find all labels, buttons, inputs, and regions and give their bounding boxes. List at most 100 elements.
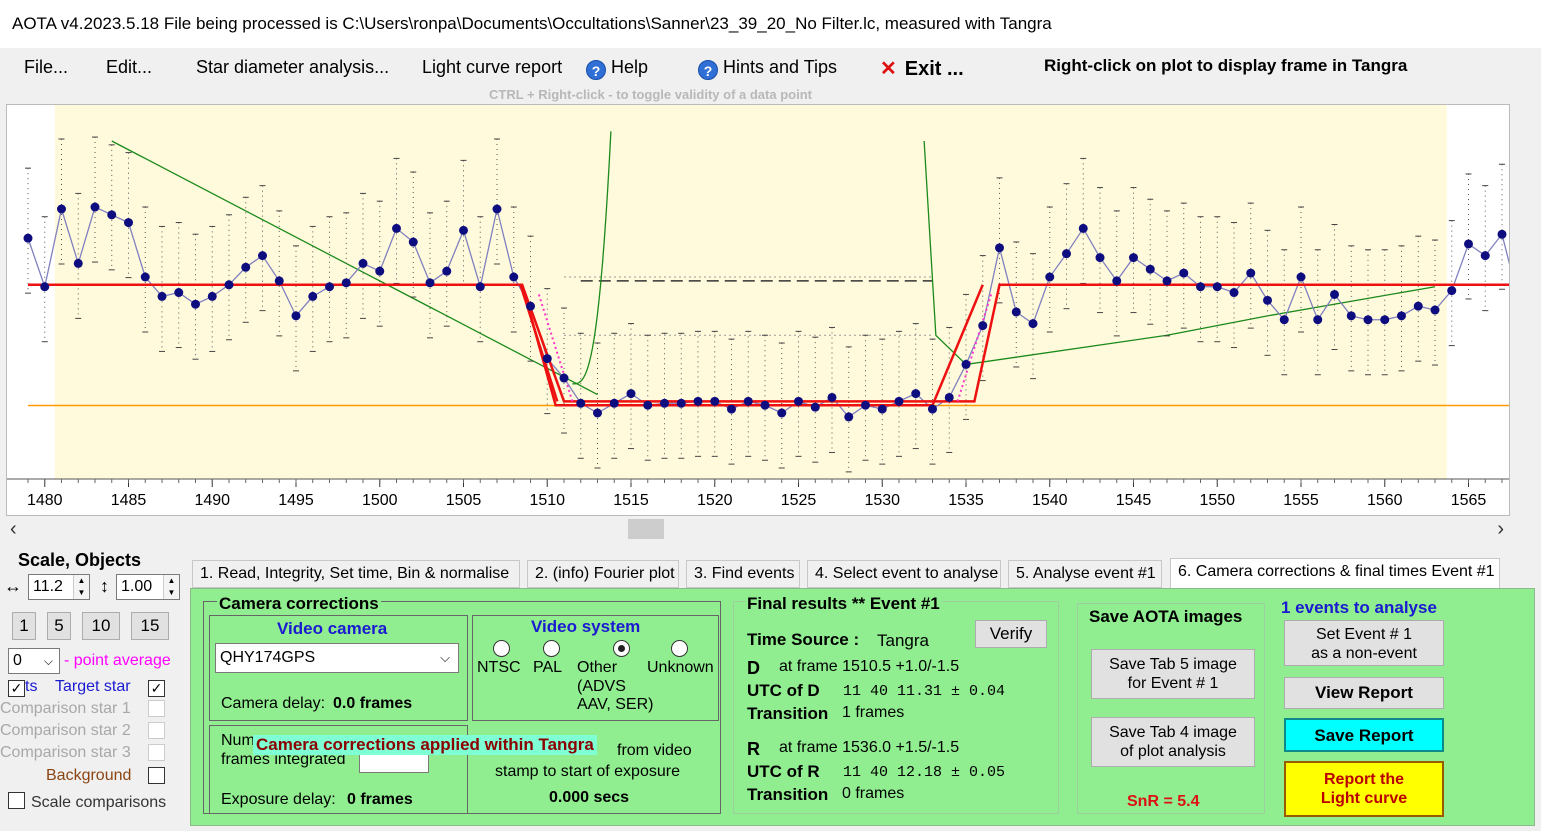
snr-value: SnR = 5.4 bbox=[1127, 793, 1200, 810]
x-tick-label: 1505 bbox=[446, 492, 482, 509]
stamp-text-label: stamp to start of exposure bbox=[495, 763, 680, 780]
scale-button-10[interactable]: 10 bbox=[82, 612, 120, 640]
menu-file[interactable]: File... bbox=[24, 57, 68, 78]
save-tab4-button[interactable]: Save Tab 4 image of plot analysis bbox=[1091, 717, 1255, 767]
radio-unknown-label: Unknown bbox=[647, 659, 714, 676]
comparison-star-3-checkbox[interactable] bbox=[148, 744, 165, 764]
background-checkbox[interactable] bbox=[148, 767, 165, 787]
scale-button-15[interactable]: 15 bbox=[131, 612, 169, 640]
r-frame-text: at frame 1536.0 +1.5/-1.5 bbox=[779, 739, 960, 756]
menu-edit[interactable]: Edit... bbox=[106, 57, 152, 78]
exposure-secs-value: 0.000 secs bbox=[549, 789, 630, 806]
utc-r-label: UTC of R bbox=[747, 762, 820, 781]
tab-camera-corrections[interactable]: 6. Camera corrections & final times Even… bbox=[1170, 558, 1500, 588]
scroll-left-icon[interactable]: ‹ bbox=[10, 518, 17, 541]
checkmark-icon: ✓ bbox=[8, 680, 25, 697]
data-point bbox=[961, 359, 971, 369]
data-point bbox=[392, 223, 401, 233]
background-label: Background bbox=[46, 767, 132, 784]
vertical-scale-input[interactable]: 1.00 ▲ ▼ bbox=[116, 574, 180, 600]
scale-objects-label: Scale, Objects bbox=[18, 550, 142, 570]
target-star-checkbox[interactable]: ✓ bbox=[148, 678, 165, 697]
transition-r-label: Transition bbox=[747, 785, 829, 804]
events-count-label: 1 events to analyse bbox=[1281, 598, 1437, 617]
set-non-event-button[interactable]: Set Event # 1 as a non-event bbox=[1284, 620, 1444, 666]
save-images-header: Save AOTA images bbox=[1089, 607, 1243, 626]
light-curve-plot[interactable]: 1480 1485 1490 1495 1500 1505 1510 1515 1520 1525… bbox=[6, 104, 1510, 516]
data-point bbox=[1346, 311, 1356, 321]
save-tab5-button[interactable]: Save Tab 5 image for Event # 1 bbox=[1091, 649, 1255, 699]
time-source-label: Time Source : bbox=[747, 630, 860, 649]
data-point bbox=[1045, 272, 1055, 282]
exit-icon: ✕ bbox=[880, 58, 897, 80]
view-report-button[interactable]: View Report bbox=[1284, 677, 1444, 709]
menu-exit[interactable]: ✕ Exit ... bbox=[880, 56, 964, 81]
data-point bbox=[626, 389, 636, 399]
data-point bbox=[191, 299, 200, 309]
data-point bbox=[358, 258, 368, 268]
data-point bbox=[174, 288, 184, 298]
data-point bbox=[727, 404, 736, 414]
data-point bbox=[140, 272, 150, 282]
scroll-thumb[interactable] bbox=[628, 519, 664, 539]
verify-button[interactable]: Verify bbox=[975, 620, 1047, 648]
tab-select-event[interactable]: 4. Select event to analyse bbox=[807, 560, 1001, 588]
plot-scrollbar[interactable]: ‹ › bbox=[6, 516, 1510, 542]
scroll-right-icon[interactable]: › bbox=[1497, 518, 1504, 541]
tab-fourier-plot[interactable]: 2. (info) Fourier plot bbox=[527, 560, 679, 588]
x-tick-label: 1540 bbox=[1032, 492, 1068, 509]
data-point bbox=[73, 258, 83, 268]
comparison-star-2-checkbox[interactable] bbox=[148, 722, 165, 742]
data-point bbox=[1229, 288, 1239, 298]
x-tick-label: 1500 bbox=[362, 492, 398, 509]
menu-light-curve-report[interactable]: Light curve report bbox=[422, 57, 562, 78]
data-point bbox=[743, 396, 753, 406]
point-average-select[interactable]: 0 ⌵ bbox=[8, 648, 60, 674]
data-point bbox=[1212, 282, 1222, 292]
camera-select[interactable]: QHY174GPS ⌵ bbox=[215, 643, 459, 673]
camera-corrections-panel: Camera corrections Video camera QHY174GP… bbox=[190, 588, 1535, 826]
scale-button-1[interactable]: 1 bbox=[12, 612, 36, 640]
horizontal-scale-input[interactable]: 11.2 ▲ ▼ bbox=[28, 574, 90, 600]
menu-star-diameter[interactable]: Star diameter analysis... bbox=[196, 57, 389, 78]
scale-comparisons-checkbox[interactable]: Scale comparisons bbox=[8, 792, 166, 812]
menu-help[interactable]: ? Help bbox=[586, 57, 648, 80]
data-point bbox=[676, 398, 686, 408]
spin-arrows-icon[interactable]: ▲ ▼ bbox=[73, 575, 89, 599]
transition-d-label: Transition bbox=[747, 704, 829, 723]
radio-other-label: Other bbox=[577, 659, 618, 676]
data-point bbox=[375, 266, 385, 276]
data-point bbox=[1330, 289, 1339, 299]
radio-other-sub1: (ADVS bbox=[577, 678, 626, 695]
data-point bbox=[258, 251, 267, 261]
data-point bbox=[1313, 315, 1323, 325]
radio-other-sub2: AAV, SER) bbox=[577, 696, 654, 713]
x-tick-label: 1480 bbox=[27, 492, 63, 509]
save-report-button[interactable]: Save Report bbox=[1284, 718, 1444, 752]
data-point bbox=[1413, 301, 1423, 311]
video-system-label: Video system bbox=[531, 617, 641, 636]
x-tick-label: 1490 bbox=[194, 492, 230, 509]
spin-arrows-icon[interactable]: ▲ ▼ bbox=[163, 575, 179, 599]
r-label: R bbox=[747, 739, 760, 759]
scale-button-5[interactable]: 5 bbox=[47, 612, 71, 640]
data-point bbox=[777, 408, 787, 418]
data-point bbox=[241, 262, 251, 272]
tab-analyse-event[interactable]: 5. Analyse event #1 bbox=[1008, 560, 1162, 588]
show-points-checkbox[interactable]: ✓ ts bbox=[8, 678, 37, 697]
tab-read-integrity[interactable]: 1. Read, Integrity, Set time, Bin & norm… bbox=[192, 560, 520, 588]
data-point bbox=[526, 301, 535, 311]
comparison-star-1-checkbox[interactable] bbox=[148, 700, 165, 720]
menu-hints[interactable]: ? Hints and Tips bbox=[698, 57, 837, 80]
light-curve-svg[interactable]: 1480 1485 1490 1495 1500 1505 1510 1515 1520 1525… bbox=[7, 105, 1510, 516]
d-frame-text: at frame 1510.5 +1.0/-1.5 bbox=[779, 658, 960, 675]
data-point bbox=[1112, 276, 1122, 286]
report-light-curve-button[interactable]: Report the Light curve bbox=[1284, 761, 1444, 817]
vertical-scale-icon: ↕ bbox=[100, 576, 109, 596]
data-point bbox=[643, 400, 653, 410]
x-tick-label: 1565 bbox=[1451, 492, 1487, 509]
data-point bbox=[124, 218, 133, 228]
data-point bbox=[894, 396, 904, 406]
data-point bbox=[794, 396, 803, 406]
tab-find-events[interactable]: 3. Find events bbox=[686, 560, 800, 588]
